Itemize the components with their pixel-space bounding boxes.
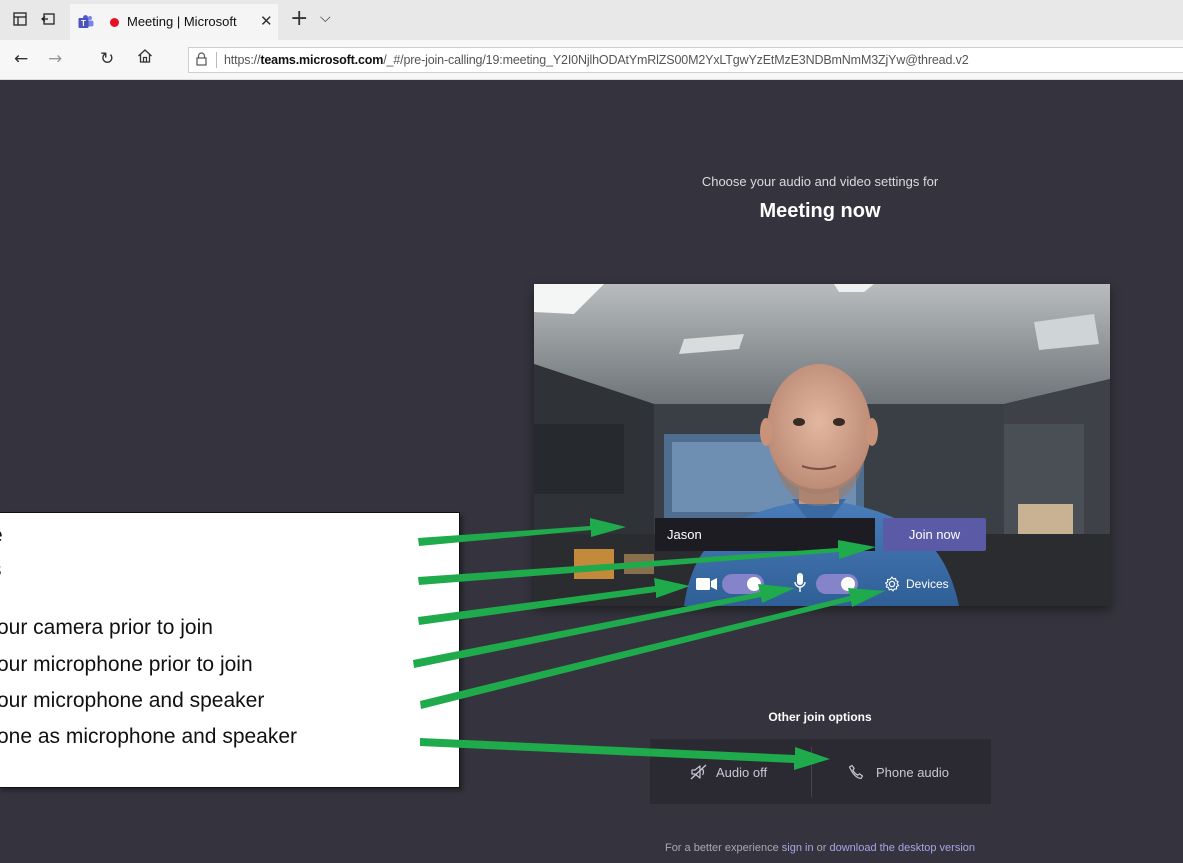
annotation-arrows <box>413 518 885 770</box>
arrow-to-phone-audio <box>420 738 830 770</box>
arrow-to-join-button <box>418 540 876 585</box>
arrow-to-name-field <box>418 518 626 546</box>
